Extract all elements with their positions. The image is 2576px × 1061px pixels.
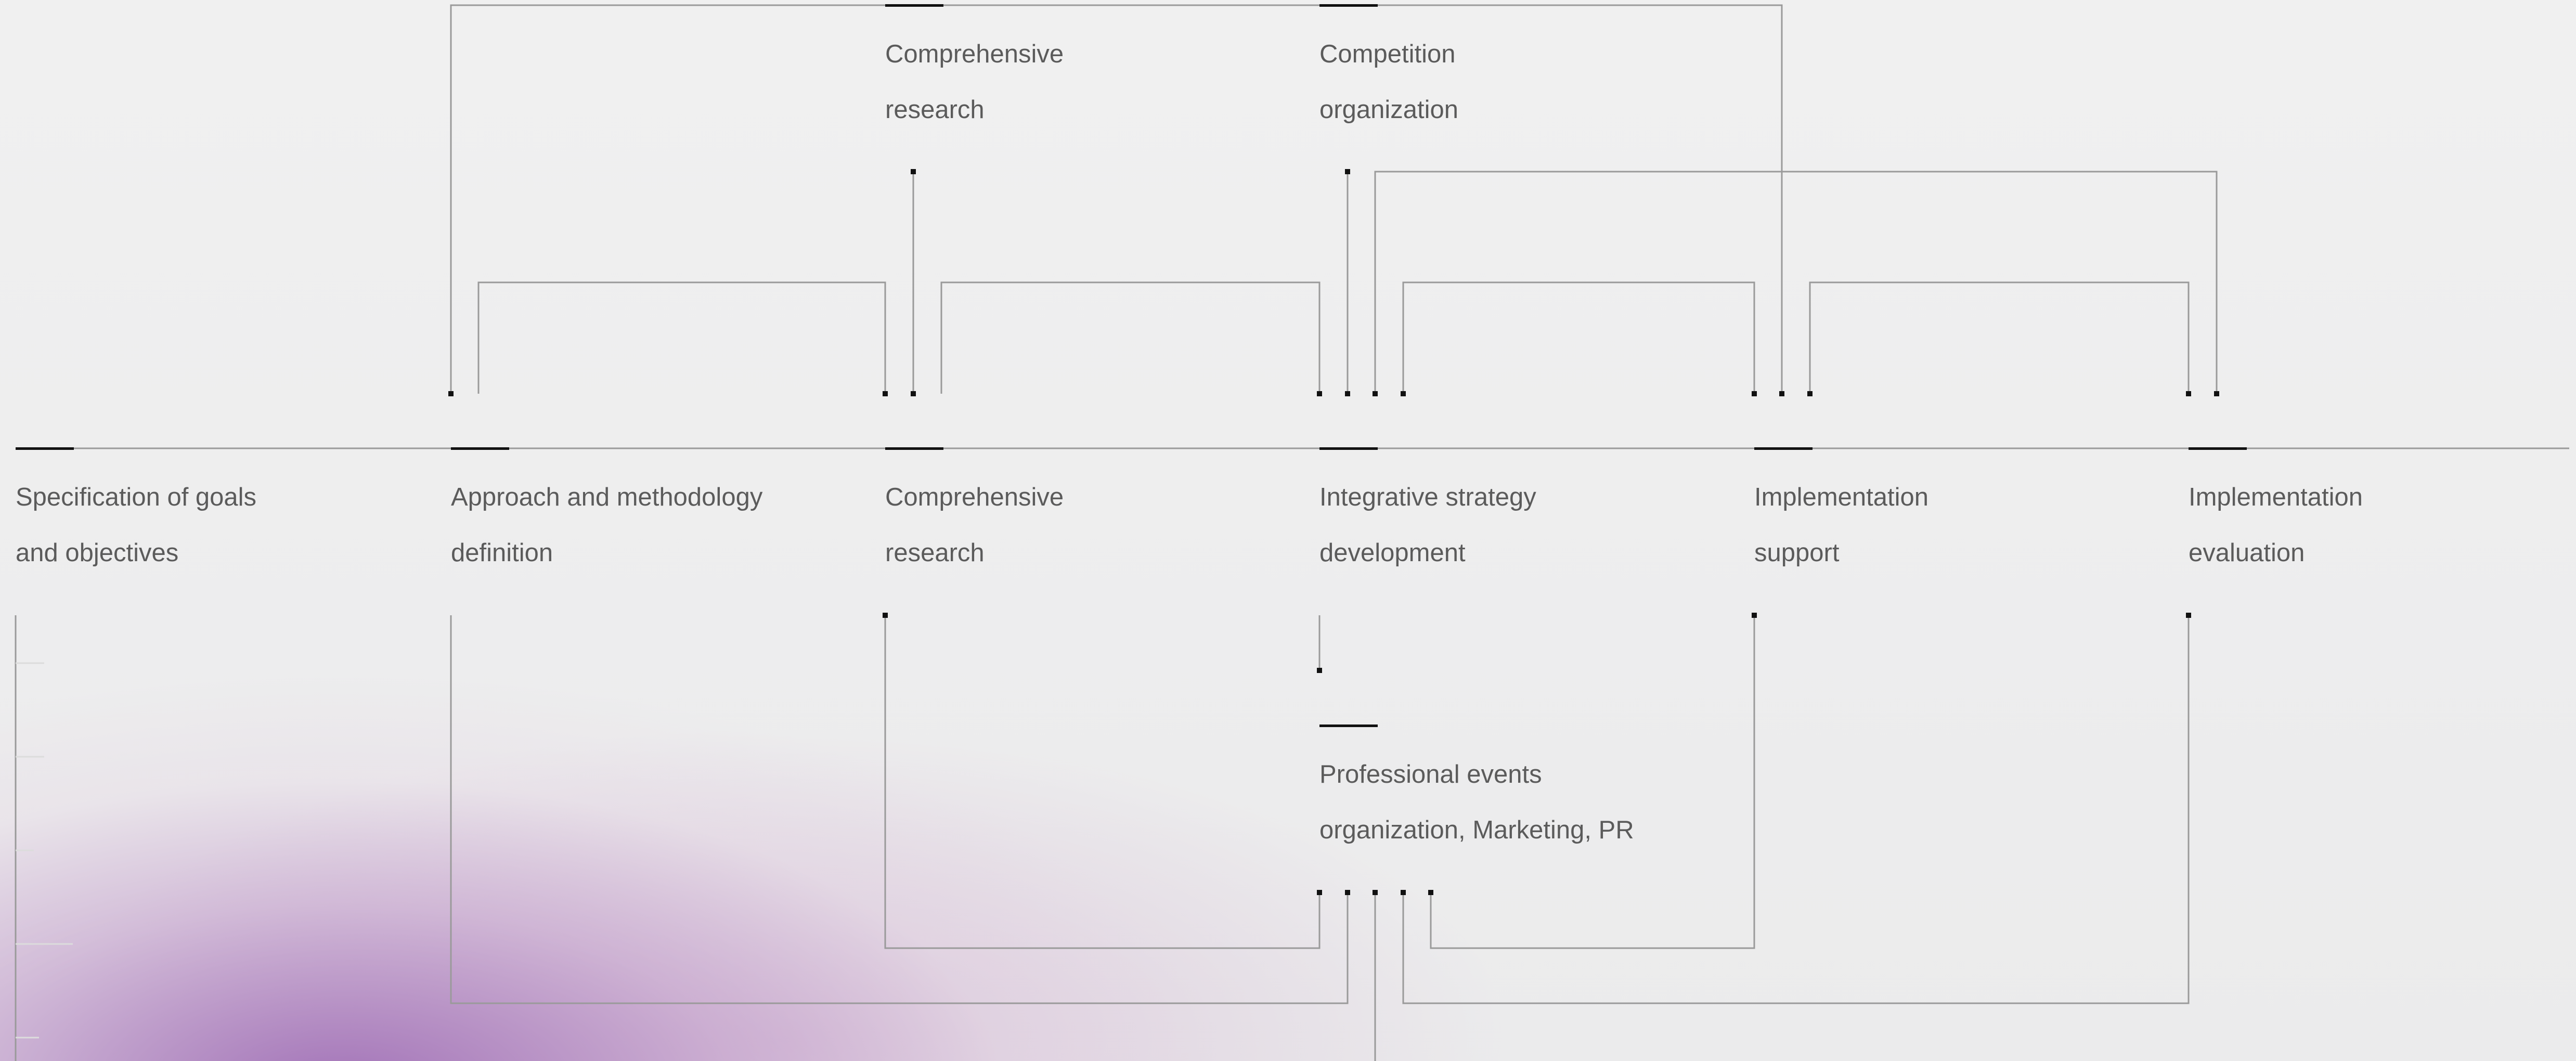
step-label-line1: Implementation bbox=[1754, 483, 1929, 511]
node-label-line2: research bbox=[885, 96, 985, 124]
node-marker bbox=[885, 4, 943, 7]
step-label-line1: Implementation bbox=[2189, 483, 2363, 511]
node-label-line1: Competition bbox=[1319, 40, 1456, 68]
node-label-line1: Comprehensive bbox=[885, 40, 1064, 68]
step-label-line1: Integrative strategy bbox=[1319, 483, 1536, 511]
node-label-line2: organization bbox=[1319, 96, 1458, 124]
step-label-line2: and objectives bbox=[16, 539, 179, 567]
step-label-line2: support bbox=[1754, 539, 1840, 567]
node-marker bbox=[1319, 4, 1378, 7]
node-label-line2: organization, Marketing, PR bbox=[1319, 816, 1634, 844]
node-events: Professional events organization, Market… bbox=[1319, 724, 1715, 858]
step-research: Comprehensive research bbox=[885, 447, 1280, 581]
step-approach: Approach and methodology definition bbox=[451, 447, 846, 581]
step-label-line2: evaluation bbox=[2189, 539, 2305, 567]
step-label-line1: Specification of goals bbox=[16, 483, 257, 511]
node-label-line1: Professional events bbox=[1319, 760, 1542, 788]
step-label-line2: research bbox=[885, 539, 985, 567]
node-marker bbox=[451, 447, 509, 450]
step-goals: Specification of goals and objectives bbox=[16, 447, 411, 581]
node-top-research: Comprehensive research bbox=[885, 4, 1280, 138]
node-competition: Competition organization bbox=[1319, 4, 1715, 138]
step-evaluation: Implementation evaluation bbox=[2189, 447, 2576, 581]
node-marker bbox=[2189, 447, 2247, 450]
step-label-line2: development bbox=[1319, 539, 1466, 567]
step-label-line2: definition bbox=[451, 539, 553, 567]
node-marker bbox=[16, 447, 74, 450]
node-marker bbox=[1319, 447, 1378, 450]
node-marker bbox=[1754, 447, 1813, 450]
step-strategy: Integrative strategy development bbox=[1319, 447, 1715, 581]
step-label-line1: Comprehensive bbox=[885, 483, 1064, 511]
step-support: Implementation support bbox=[1754, 447, 2150, 581]
node-marker bbox=[885, 447, 943, 450]
step-label-line1: Approach and methodology bbox=[451, 483, 763, 511]
node-marker bbox=[1319, 724, 1378, 727]
